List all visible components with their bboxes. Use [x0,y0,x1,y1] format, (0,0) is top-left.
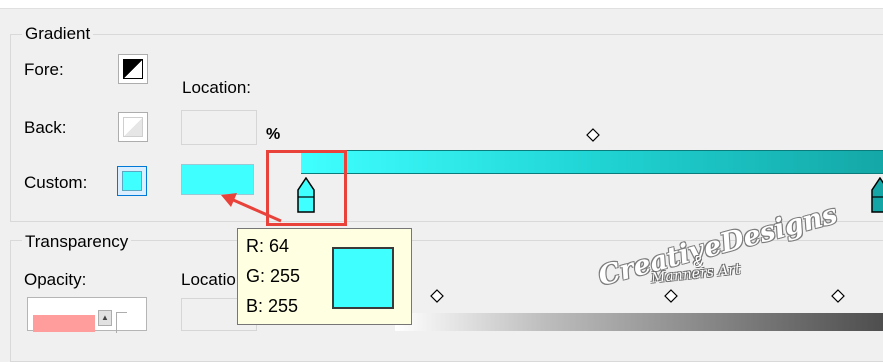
tooltip-blue-value: B: 255 [246,296,299,316]
midpoint-diamond-icon[interactable] [586,128,600,142]
top-band [0,0,883,9]
fore-label: Fore: [24,60,64,79]
custom-swatch-icon [122,171,142,191]
fore-swatch-button[interactable] [118,54,148,84]
back-swatch-button[interactable] [118,112,148,142]
transparency-group-title: Transparency [22,233,132,250]
opacity-control[interactable]: ▲ [27,297,147,333]
fore-swatch-icon [123,59,143,79]
transparency-gradient-bar[interactable] [395,313,883,331]
tooltip-color-swatch [332,247,394,309]
custom-swatch-button[interactable] [117,166,147,196]
tooltip-green-value: G: 255 [246,266,301,286]
stop-highlight-box [266,150,347,226]
color-tooltip: R: 64 G: 255 B: 255 [237,228,412,325]
opacity-label: Opacity: [24,270,87,289]
gradient-bar[interactable] [301,150,883,174]
back-swatch-icon [123,117,143,137]
location-input[interactable] [181,110,257,145]
transparency-diamond-3-icon[interactable] [831,289,845,303]
opacity-spin-down-button[interactable] [116,312,127,333]
transparency-location-label: Locatio [181,270,236,289]
back-label: Back: [24,118,67,137]
opacity-spin-up-button[interactable]: ▲ [98,310,112,326]
percent-label: % [266,126,281,143]
transparency-diamond-1-icon[interactable] [430,289,444,303]
gradient-group-title: Gradient [22,25,94,42]
tooltip-red-value: R: 64 [246,236,290,256]
location-label: Location: [182,78,251,97]
watermark-logo: CreativeDesigns & Manners Art [585,199,840,296]
custom-label: Custom: [24,173,88,192]
opacity-swatch [33,315,95,332]
gradient-stop-right-icon[interactable] [870,177,883,215]
